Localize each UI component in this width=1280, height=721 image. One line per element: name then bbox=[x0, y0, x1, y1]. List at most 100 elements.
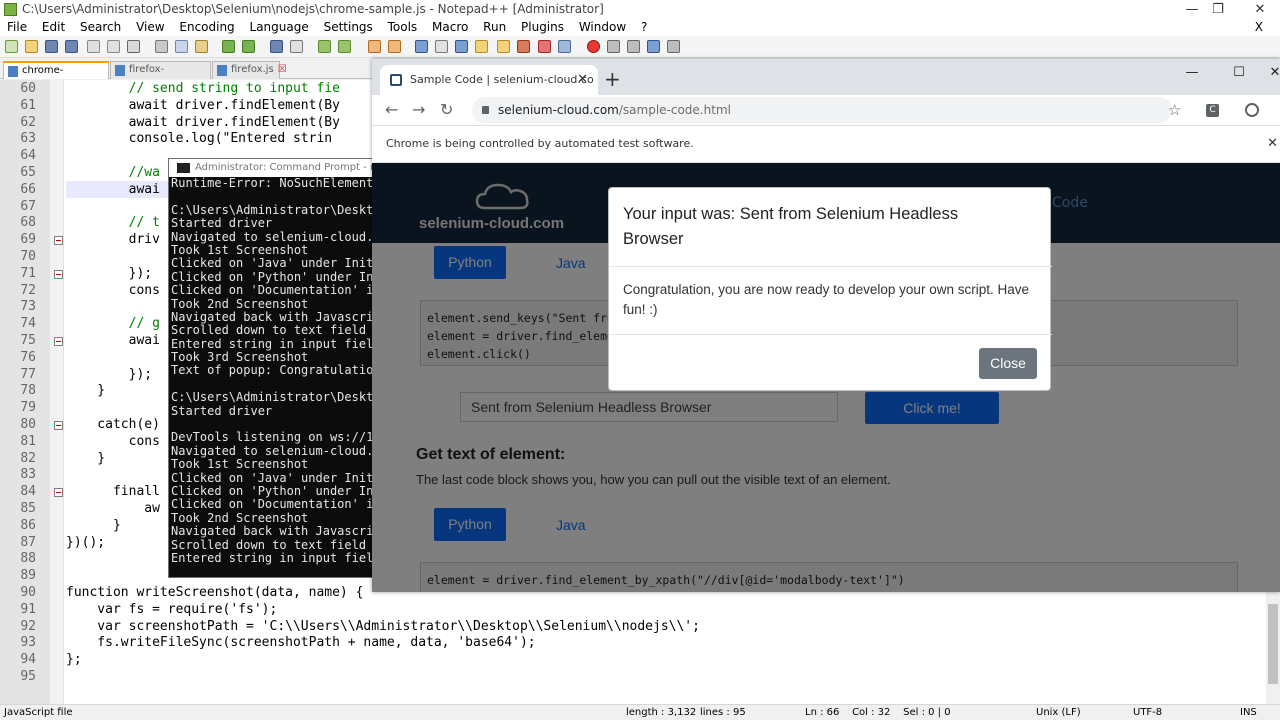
indent-guide-icon[interactable] bbox=[455, 40, 468, 53]
chrome-close-button[interactable]: ✕ bbox=[1255, 63, 1280, 83]
npp-tab-firefox-sample[interactable]: firefox-sample.js☒ bbox=[110, 61, 211, 91]
modal-body-text: Congratulation, you are now ready to dev… bbox=[623, 282, 1029, 317]
menu-window[interactable]: Window bbox=[579, 20, 626, 34]
code-line: var fs = require('fs'); bbox=[66, 601, 278, 617]
fold-toggle-icon[interactable] bbox=[54, 269, 63, 279]
cmd-output-line: Took 2nd Screenshot bbox=[171, 296, 309, 311]
fold-toggle-icon[interactable] bbox=[54, 337, 63, 346]
file-icon bbox=[217, 65, 227, 76]
menu-search[interactable]: Search bbox=[80, 20, 121, 34]
play-macro-icon[interactable] bbox=[627, 40, 640, 53]
npp-doc-close-button[interactable]: X bbox=[1255, 19, 1263, 36]
folder-workspace-icon[interactable] bbox=[538, 40, 551, 53]
code-line: } bbox=[66, 383, 106, 399]
profile-avatar-icon[interactable] bbox=[1245, 103, 1259, 117]
cmd-output-line bbox=[171, 378, 373, 391]
save-all-icon[interactable] bbox=[65, 40, 78, 53]
run-macro-multiple-icon[interactable] bbox=[647, 40, 660, 53]
code-line: }); bbox=[66, 265, 153, 281]
copy-icon[interactable] bbox=[175, 40, 188, 53]
print-icon[interactable] bbox=[127, 40, 140, 53]
chrome-toolbar: ← → ↻ selenium-cloud.com/sample-code.htm… bbox=[372, 95, 1280, 125]
fold-toggle-icon[interactable] bbox=[54, 236, 63, 246]
npp-tab-chrome-sample[interactable]: chrome-sample.js☒ bbox=[3, 61, 109, 92]
save-icon[interactable] bbox=[45, 40, 58, 53]
menu-tools[interactable]: Tools bbox=[388, 20, 418, 34]
find-icon[interactable] bbox=[270, 40, 283, 53]
tab-close-icon[interactable]: ☒ bbox=[278, 64, 287, 75]
zoom-out-icon[interactable] bbox=[338, 40, 351, 53]
function-list-icon[interactable] bbox=[517, 40, 530, 53]
save-macro-icon[interactable] bbox=[667, 40, 680, 53]
udl-icon[interactable] bbox=[475, 40, 488, 53]
code-line: fs.writeFileSync(screenshotPath + name, … bbox=[66, 635, 536, 651]
line-number: 79 bbox=[20, 400, 36, 416]
code-line: function writeScreenshot(data, name) { bbox=[66, 585, 364, 600]
menu-settings[interactable]: Settings bbox=[324, 20, 373, 34]
cmd-output: Runtime-Error: NoSuchElementE C:\Users\Ad… bbox=[169, 177, 373, 577]
status-encoding: UTF-8 bbox=[1133, 707, 1163, 718]
code-line: // g bbox=[66, 316, 160, 332]
menu-encoding[interactable]: Encoding bbox=[179, 20, 234, 34]
doc-map-icon[interactable] bbox=[497, 40, 510, 53]
close-all-icon[interactable] bbox=[107, 40, 120, 53]
sync-vertical-icon[interactable] bbox=[368, 40, 381, 53]
scrollbar-thumb[interactable] bbox=[1268, 604, 1278, 684]
npp-restore-button[interactable]: ❐ bbox=[1198, 0, 1238, 19]
command-prompt-window[interactable]: Administrator: Command Prompt - n Runtim… bbox=[168, 158, 374, 578]
show-all-chars-icon[interactable] bbox=[435, 40, 448, 53]
code-line: }); bbox=[66, 366, 153, 382]
cut-icon[interactable] bbox=[155, 40, 168, 53]
npp-tab-firefox[interactable]: firefox.js ☒ bbox=[212, 61, 287, 79]
line-number: 60 bbox=[20, 81, 36, 96]
new-tab-button[interactable]: + bbox=[604, 65, 621, 93]
tab-close-icon[interactable]: ✕ bbox=[577, 65, 588, 95]
menu-help[interactable]: ? bbox=[641, 20, 647, 34]
chrome-minimize-button[interactable]: — bbox=[1172, 63, 1212, 83]
open-file-icon[interactable] bbox=[25, 40, 38, 53]
cmd-output-line: Runtime-Error: NoSuchElementE bbox=[171, 177, 373, 190]
code-line: // send string to input fie bbox=[66, 81, 340, 96]
undo-icon[interactable] bbox=[222, 40, 235, 53]
lock-icon bbox=[482, 106, 489, 114]
bookmark-star-icon[interactable]: ☆ bbox=[1168, 99, 1181, 121]
address-bar[interactable]: selenium-cloud.com/sample-code.html bbox=[472, 97, 1172, 123]
npp-toolbar bbox=[0, 36, 1280, 58]
cmd-output-line: Took 2nd Screenshot bbox=[171, 510, 309, 525]
word-wrap-icon[interactable] bbox=[415, 40, 428, 53]
menu-plugins[interactable]: Plugins bbox=[521, 20, 564, 34]
cmd-output-line: Started driver bbox=[171, 216, 273, 231]
menu-view[interactable]: View bbox=[136, 20, 164, 34]
menu-language[interactable]: Language bbox=[250, 20, 309, 34]
monitoring-icon[interactable] bbox=[558, 40, 571, 53]
stop-macro-icon[interactable] bbox=[607, 40, 620, 53]
menu-file[interactable]: File bbox=[7, 20, 27, 34]
zoom-in-icon[interactable] bbox=[318, 40, 331, 53]
sync-horizontal-icon[interactable] bbox=[388, 40, 401, 53]
modal-close-button[interactable]: Close bbox=[979, 348, 1037, 379]
chrome-tab-sample-code[interactable]: Sample Code | selenium-cloud.co ✕ bbox=[380, 65, 598, 95]
code-line: cons bbox=[66, 282, 160, 298]
record-macro-icon[interactable] bbox=[587, 40, 600, 53]
new-file-icon[interactable] bbox=[5, 40, 18, 53]
back-icon[interactable]: ← bbox=[385, 99, 398, 121]
close-file-icon[interactable] bbox=[87, 40, 100, 53]
extension-icon[interactable]: C bbox=[1206, 104, 1219, 117]
menu-macro[interactable]: Macro bbox=[432, 20, 468, 34]
npp-close-button[interactable]: ✕ bbox=[1240, 0, 1280, 19]
reload-icon[interactable]: ↻ bbox=[440, 99, 453, 121]
menu-run[interactable]: Run bbox=[483, 20, 506, 34]
line-number: 69 bbox=[20, 232, 36, 248]
infobar-close-icon[interactable]: ✕ bbox=[1267, 126, 1278, 162]
chrome-maximize-button[interactable]: ☐ bbox=[1219, 63, 1259, 83]
fold-toggle-icon[interactable] bbox=[54, 421, 63, 430]
paste-icon[interactable] bbox=[195, 40, 208, 53]
menu-edit[interactable]: Edit bbox=[42, 20, 65, 34]
replace-icon[interactable] bbox=[290, 40, 303, 53]
file-icon bbox=[8, 66, 18, 77]
fold-toggle-icon[interactable] bbox=[54, 488, 63, 498]
forward-icon[interactable]: → bbox=[412, 99, 425, 121]
redo-icon[interactable] bbox=[242, 40, 255, 53]
status-eol: Unix (LF) bbox=[1036, 707, 1081, 718]
cmd-output-line: Scrolled down to text field bbox=[171, 323, 367, 338]
